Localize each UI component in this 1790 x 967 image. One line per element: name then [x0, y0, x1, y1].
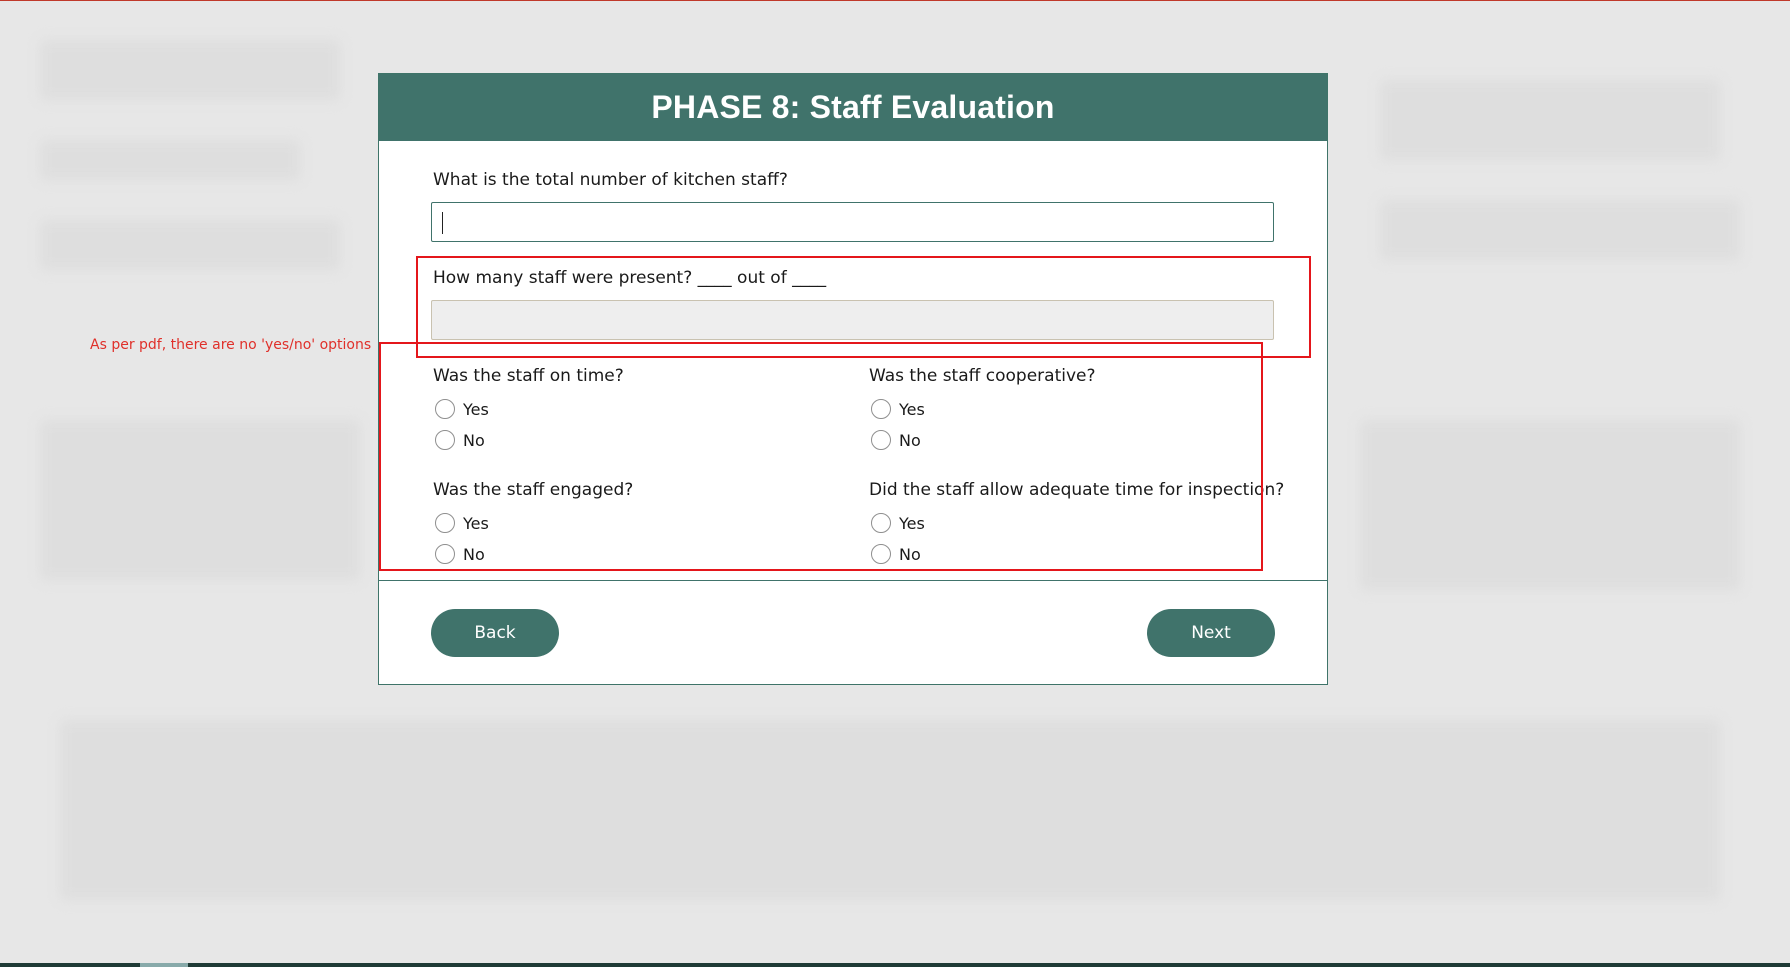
cooperative-no-option[interactable]: No — [871, 430, 921, 450]
staff-evaluation-modal: PHASE 8: Staff Evaluation What is the to… — [378, 73, 1328, 685]
on-time-no-option[interactable]: No — [435, 430, 485, 450]
adequate-time-question-label: Did the staff allow adequate time for in… — [869, 480, 1285, 500]
radio-label: Yes — [463, 399, 489, 419]
footer-divider — [379, 580, 1327, 581]
adequate-time-yes-option[interactable]: Yes — [871, 513, 925, 533]
radio-circle-icon[interactable] — [435, 513, 455, 533]
cooperative-yes-option[interactable]: Yes — [871, 399, 925, 419]
radio-circle-icon[interactable] — [435, 399, 455, 419]
background-blur-block — [40, 220, 340, 270]
total-staff-label: What is the total number of kitchen staf… — [433, 170, 788, 190]
cooperative-question-label: Was the staff cooperative? — [869, 366, 1096, 386]
radio-circle-icon[interactable] — [435, 544, 455, 564]
total-staff-input[interactable] — [431, 202, 1274, 242]
staff-present-input[interactable] — [431, 300, 1274, 340]
staff-present-label: How many staff were present? ____ out of… — [433, 268, 827, 288]
next-button[interactable]: Next — [1147, 609, 1275, 657]
top-accent-line — [0, 0, 1790, 1]
radio-label: Yes — [899, 399, 925, 419]
background-blur-block — [40, 40, 340, 100]
radio-label: Yes — [899, 513, 925, 533]
engaged-question-label: Was the staff engaged? — [433, 480, 634, 500]
radio-circle-icon[interactable] — [871, 544, 891, 564]
background-blur-block — [40, 420, 360, 580]
radio-label: No — [899, 430, 921, 450]
adequate-time-no-option[interactable]: No — [871, 544, 921, 564]
radio-circle-icon[interactable] — [435, 430, 455, 450]
back-button[interactable]: Back — [431, 609, 559, 657]
modal-title: PHASE 8: Staff Evaluation — [651, 89, 1055, 125]
on-time-question-label: Was the staff on time? — [433, 366, 624, 386]
radio-circle-icon[interactable] — [871, 430, 891, 450]
text-caret — [442, 212, 443, 234]
background-blur-block — [60, 720, 1720, 900]
engaged-yes-option[interactable]: Yes — [435, 513, 489, 533]
modal-header: PHASE 8: Staff Evaluation — [379, 74, 1327, 141]
radio-label: No — [463, 430, 485, 450]
on-time-yes-option[interactable]: Yes — [435, 399, 489, 419]
radio-circle-icon[interactable] — [871, 513, 891, 533]
radio-label: No — [463, 544, 485, 564]
background-blur-block — [1380, 200, 1740, 260]
radio-label: No — [899, 544, 921, 564]
radio-label: Yes — [463, 513, 489, 533]
background-blur-block — [1360, 420, 1740, 590]
bottom-bar-tab — [140, 963, 188, 967]
bottom-bar — [0, 963, 1790, 967]
engaged-no-option[interactable]: No — [435, 544, 485, 564]
background-blur-block — [1380, 80, 1720, 160]
background-blur-block — [40, 140, 300, 180]
annotation-note: As per pdf, there are no 'yes/no' option… — [90, 337, 372, 353]
radio-circle-icon[interactable] — [871, 399, 891, 419]
